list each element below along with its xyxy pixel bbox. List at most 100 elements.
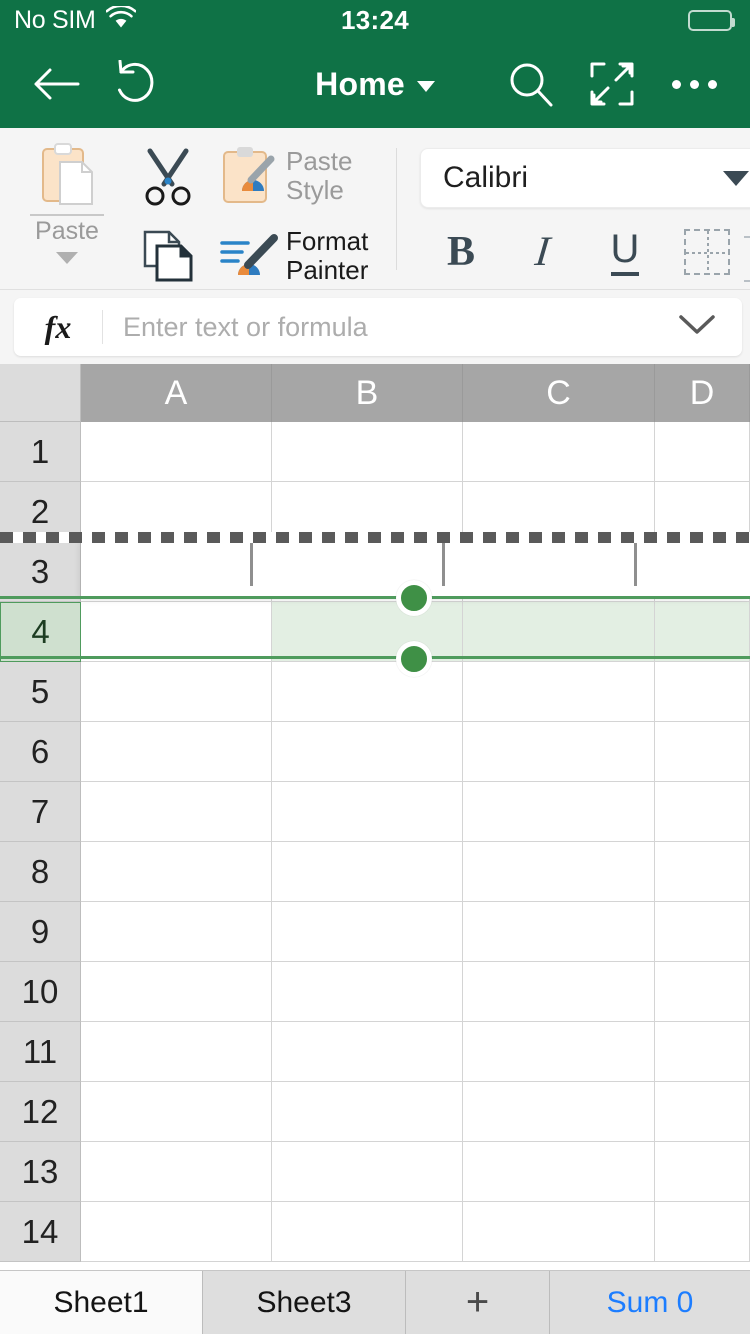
paste-button[interactable]: Paste [14,134,120,282]
formula-input[interactable] [123,311,678,343]
formula-expand-button[interactable] [678,314,716,341]
row-header-1[interactable]: 1 [0,422,81,482]
row-header-7[interactable]: 7 [0,782,81,842]
cell-C7[interactable] [463,782,655,842]
cell-D4[interactable] [655,602,750,662]
ribbon-overflow-edge[interactable] [744,236,750,282]
row-header-13[interactable]: 13 [0,1142,81,1202]
underline-button[interactable]: U [584,220,666,284]
expand-button[interactable] [574,40,650,128]
row-header-4[interactable]: 4 [0,602,81,662]
row-header-11[interactable]: 11 [0,1022,81,1082]
cell-C12[interactable] [463,1082,655,1142]
row-header-5[interactable]: 5 [0,662,81,722]
font-name-value: Calibri [443,161,529,194]
cell-B10[interactable] [272,962,463,1022]
cell-C8[interactable] [463,842,655,902]
selection-handle-icon[interactable] [396,641,432,677]
chevron-down-icon [679,314,715,334]
font-name-selector[interactable]: Calibri [420,148,750,208]
cell-C14[interactable] [463,1202,655,1262]
cell-B4[interactable] [272,602,463,662]
paste-style-label-line2: Style [286,175,344,205]
row-header-9[interactable]: 9 [0,902,81,962]
cell-B12[interactable] [272,1082,463,1142]
cell-A13[interactable] [81,1142,272,1202]
format-painter-button[interactable]: Format Painter [218,220,398,292]
spreadsheet-grid[interactable]: ABCD 1 2 3 4 5 6 7 8 9 10 11 12 13 14 [0,364,750,1270]
more-options-button[interactable] [656,40,732,128]
cell-D6[interactable] [655,722,750,782]
cell-D12[interactable] [655,1082,750,1142]
sum-status-button[interactable]: Sum 0 [550,1271,750,1334]
row-header-14[interactable]: 14 [0,1202,81,1262]
cell-B5[interactable] [272,662,463,722]
row-header-10[interactable]: 10 [0,962,81,1022]
cell-B6[interactable] [272,722,463,782]
cell-C5[interactable] [463,662,655,722]
add-sheet-button[interactable]: + [406,1271,550,1334]
chevron-down-icon [723,170,749,186]
function-icon[interactable]: fx [14,309,102,346]
status-bar-right [688,9,735,31]
cell-A8[interactable] [81,842,272,902]
cell-B8[interactable] [272,842,463,902]
cell-B11[interactable] [272,1022,463,1082]
cell-B7[interactable] [272,782,463,842]
grid-corner-select-all[interactable] [0,364,81,422]
column-header-c[interactable]: C [463,364,655,422]
column-tick-mark [442,538,445,586]
cell-A5[interactable] [81,662,272,722]
row-header-8[interactable]: 8 [0,842,81,902]
borders-button[interactable] [666,220,748,284]
cell-D1[interactable] [655,422,750,482]
column-header-a[interactable]: A [81,364,272,422]
underline-icon: U [610,229,640,276]
cell-A10[interactable] [81,962,272,1022]
cell-D5[interactable] [655,662,750,722]
column-header-d[interactable]: D [655,364,750,422]
cell-C11[interactable] [463,1022,655,1082]
italic-button[interactable]: I [502,220,584,284]
cell-B9[interactable] [272,902,463,962]
row-header-3[interactable]: 3 [0,542,81,602]
cell-A9[interactable] [81,902,272,962]
cell-D8[interactable] [655,842,750,902]
cut-button[interactable] [136,144,200,210]
cell-B1[interactable] [272,422,463,482]
search-button[interactable] [492,40,568,128]
sheet-tab-sheet3[interactable]: Sheet3 [203,1271,406,1334]
copy-button[interactable] [136,222,200,288]
cell-C1[interactable] [463,422,655,482]
cell-A1[interactable] [81,422,272,482]
bold-button[interactable]: B [420,220,502,284]
cell-D14[interactable] [655,1202,750,1262]
cell-D10[interactable] [655,962,750,1022]
cell-C4[interactable] [463,602,655,662]
cell-D7[interactable] [655,782,750,842]
cell-A14[interactable] [81,1202,272,1262]
cell-A7[interactable] [81,782,272,842]
paste-style-button[interactable]: Paste Style [218,140,388,212]
cell-D13[interactable] [655,1142,750,1202]
cell-B14[interactable] [272,1202,463,1262]
cell-C6[interactable] [463,722,655,782]
chevron-down-icon [416,80,435,92]
row-header-6[interactable]: 6 [0,722,81,782]
selection-handle-icon[interactable] [396,580,432,616]
status-bar: No SIM 13:24 [0,0,750,40]
cell-A4[interactable] [81,602,272,662]
cell-C13[interactable] [463,1142,655,1202]
cell-C9[interactable] [463,902,655,962]
cell-D9[interactable] [655,902,750,962]
column-header-b[interactable]: B [272,364,463,422]
cell-A12[interactable] [81,1082,272,1142]
caret-down-icon[interactable] [56,251,78,264]
sheet-tab-sheet1[interactable]: Sheet1 [0,1271,203,1334]
cell-B13[interactable] [272,1142,463,1202]
cell-C10[interactable] [463,962,655,1022]
cell-A11[interactable] [81,1022,272,1082]
row-header-12[interactable]: 12 [0,1082,81,1142]
cell-D11[interactable] [655,1022,750,1082]
cell-A6[interactable] [81,722,272,782]
